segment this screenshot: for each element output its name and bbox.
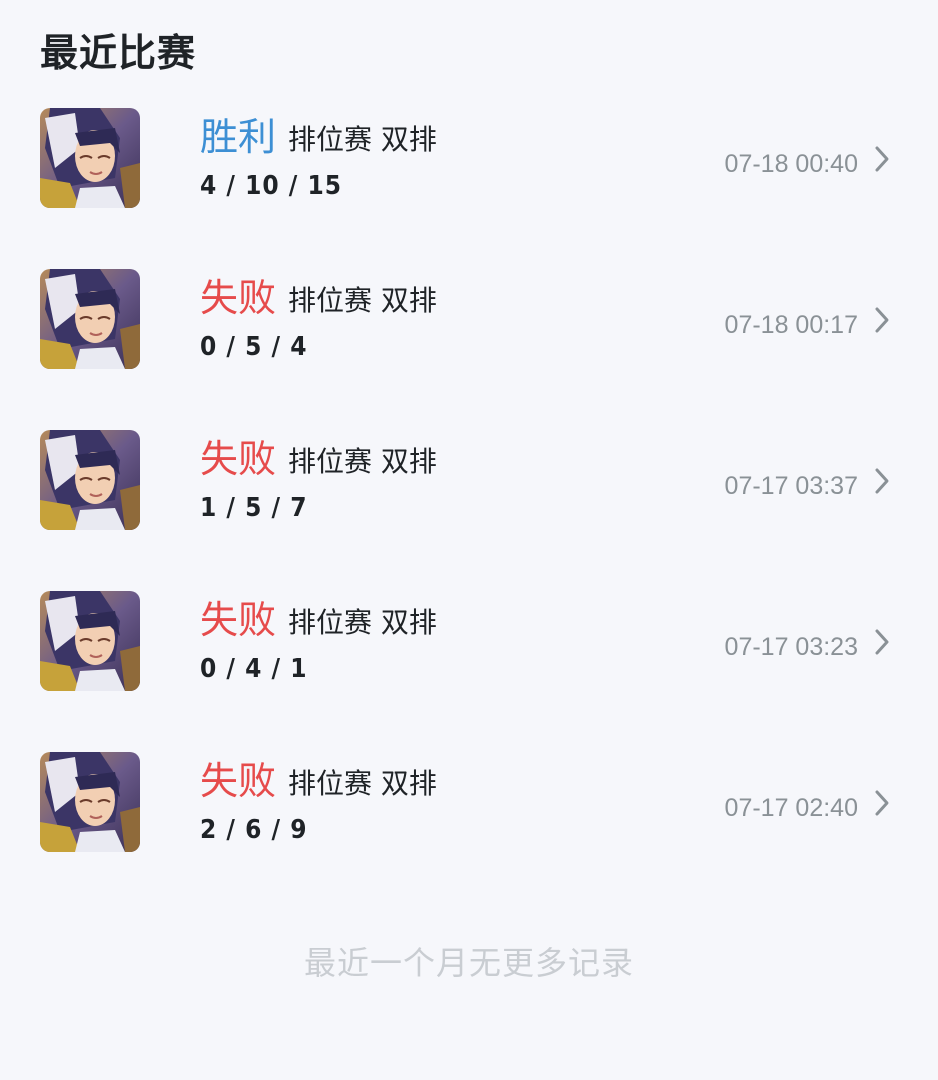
recent-matches-card: 最近比赛 胜利 排位赛 双排 4 / 10 / 15 07-18 00:40 失… <box>0 0 938 1080</box>
match-row[interactable]: 失败 排位赛 双排 0 / 5 / 4 07-18 00:17 <box>0 269 938 389</box>
match-time: 07-18 00:17 <box>724 311 858 339</box>
match-kda: 2 / 6 / 9 <box>200 815 308 845</box>
match-mode: 排位赛 双排 <box>288 767 437 800</box>
match-time: 07-17 03:23 <box>724 633 858 661</box>
match-row[interactable]: 失败 排位赛 双排 2 / 6 / 9 07-17 02:40 <box>0 752 938 872</box>
match-time: 07-17 02:40 <box>724 794 858 822</box>
hero-avatar <box>40 591 140 691</box>
hero-avatar <box>40 430 140 530</box>
match-kda: 1 / 5 / 7 <box>200 493 308 523</box>
hero-avatar <box>40 269 140 369</box>
chevron-right-icon[interactable] <box>872 788 892 818</box>
chevron-right-icon[interactable] <box>872 627 892 657</box>
match-result: 失败 <box>200 276 277 320</box>
match-result: 失败 <box>200 598 277 642</box>
chevron-right-icon[interactable] <box>872 305 892 335</box>
no-more-records-note: 最近一个月无更多记录 <box>303 944 634 982</box>
match-kda: 0 / 5 / 4 <box>200 332 308 362</box>
match-mode: 排位赛 双排 <box>288 123 437 156</box>
match-mode: 排位赛 双排 <box>288 284 437 317</box>
chevron-right-icon[interactable] <box>872 144 892 174</box>
page-title: 最近比赛 <box>40 31 197 75</box>
match-time: 07-17 03:37 <box>724 472 858 500</box>
hero-avatar <box>40 108 140 208</box>
chevron-right-icon[interactable] <box>872 466 892 496</box>
match-row[interactable]: 胜利 排位赛 双排 4 / 10 / 15 07-18 00:40 <box>0 108 938 228</box>
match-mode: 排位赛 双排 <box>288 445 437 478</box>
match-kda: 0 / 4 / 1 <box>200 654 308 684</box>
match-result: 失败 <box>200 437 277 481</box>
match-result: 失败 <box>200 759 277 803</box>
match-kda: 4 / 10 / 15 <box>200 171 343 201</box>
match-time: 07-18 00:40 <box>724 150 858 178</box>
hero-avatar <box>40 752 140 852</box>
match-row[interactable]: 失败 排位赛 双排 1 / 5 / 7 07-17 03:37 <box>0 430 938 550</box>
match-row[interactable]: 失败 排位赛 双排 0 / 4 / 1 07-17 03:23 <box>0 591 938 711</box>
match-result: 胜利 <box>200 115 277 159</box>
match-mode: 排位赛 双排 <box>288 606 437 639</box>
